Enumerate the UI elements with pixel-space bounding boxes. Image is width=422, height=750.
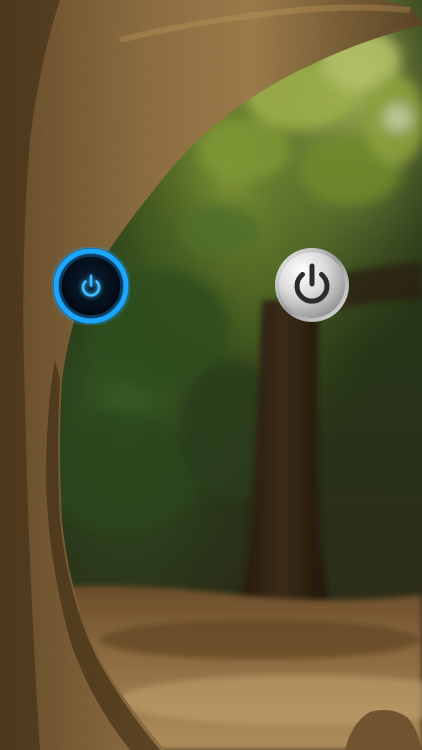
forest-wallpaper bbox=[0, 0, 422, 750]
app-screen bbox=[0, 0, 422, 750]
power-icon bbox=[275, 248, 349, 322]
power-icon bbox=[53, 248, 129, 324]
silver-power-button[interactable] bbox=[274, 247, 350, 323]
blue-power-button[interactable] bbox=[52, 247, 130, 325]
